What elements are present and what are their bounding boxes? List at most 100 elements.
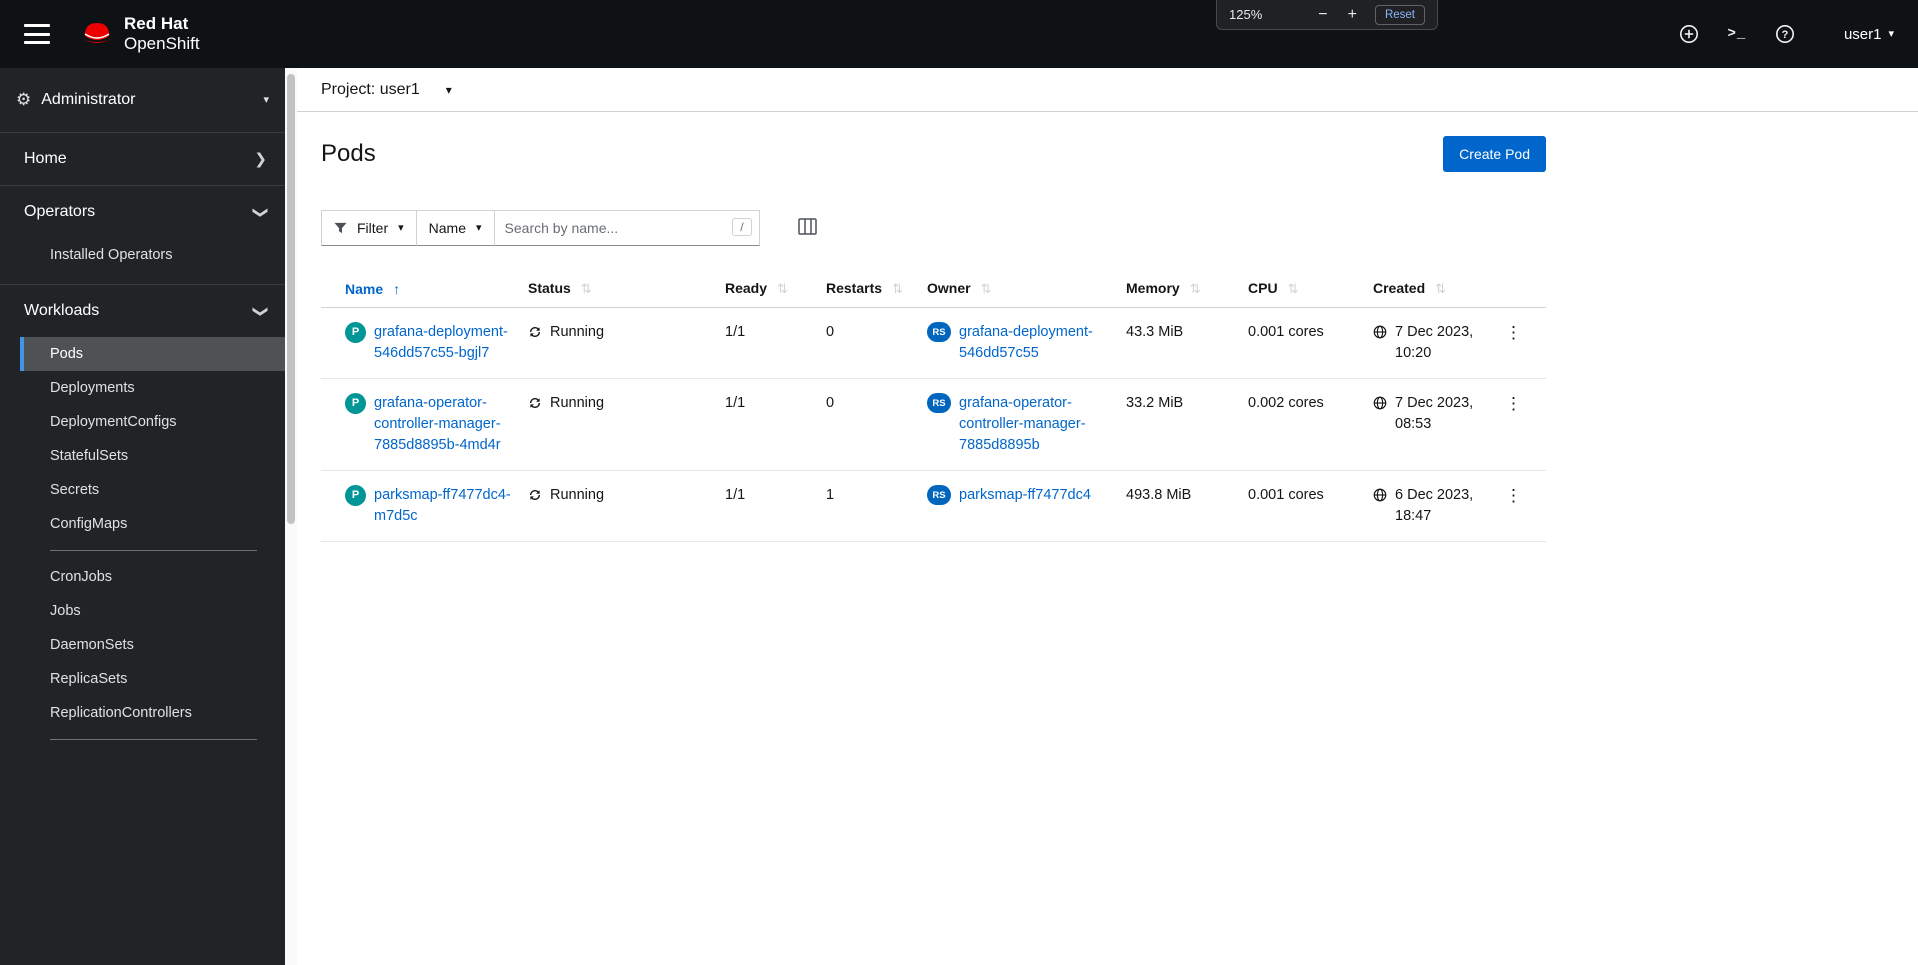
chevron-down-icon: ▾ (476, 221, 482, 234)
sidebar-item-pods[interactable]: Pods (20, 337, 285, 371)
sync-running-icon (529, 489, 541, 501)
sidebar-item-configmaps[interactable]: ConfigMaps (20, 507, 285, 541)
globe-icon (1373, 488, 1387, 502)
row-kebab-menu[interactable]: ⋮ (1499, 393, 1528, 414)
sort-icon: ⇅ (1435, 281, 1447, 296)
sidebar-item-deployments[interactable]: Deployments (20, 371, 285, 405)
owner-link[interactable]: parksmap-ff7477dc4 (959, 485, 1091, 506)
project-bar: Project: user1 ▾ (297, 68, 1918, 112)
sidebar-item-replicationcontrollers[interactable]: ReplicationControllers (20, 696, 285, 730)
chevron-down-icon: ▾ (1888, 27, 1894, 40)
help-icon[interactable]: ? (1774, 23, 1796, 45)
table-row: P parksmap-ff7477dc4-m7d5c Running 1/1 1… (321, 470, 1546, 542)
sidebar-item-statefulsets[interactable]: StatefulSets (20, 439, 285, 473)
terminal-glyph: >_ (1727, 26, 1747, 42)
search-attribute-dropdown[interactable]: Name ▾ (415, 210, 495, 246)
pod-created: 7 Dec 2023, 08:53 (1395, 395, 1474, 432)
svg-text:?: ? (1782, 29, 1789, 41)
column-header-name[interactable]: Name ↑ (321, 270, 528, 308)
owner-link[interactable]: grafana-operator-controller-manager-7885… (959, 393, 1110, 456)
sidebar-item-operators[interactable]: Operators ❯ (0, 186, 285, 238)
filter-dropdown-label: Filter (357, 220, 389, 236)
zoom-out-button[interactable]: − (1316, 6, 1329, 23)
project-selector[interactable]: Project: user1 ▾ (321, 81, 452, 99)
zoom-in-button[interactable]: + (1346, 6, 1359, 23)
manage-columns-button[interactable] (794, 214, 821, 242)
perspective-switcher[interactable]: ⚙ Administrator ▾ (0, 68, 285, 133)
column-label: Created (1373, 280, 1426, 296)
sidebar-scrollbar-thumb[interactable] (287, 74, 295, 524)
nav-toggle-button[interactable] (24, 24, 50, 44)
column-header-owner[interactable]: Owner ⇅ (927, 270, 1126, 308)
sidebar-item-workloads[interactable]: Workloads ❯ (0, 285, 285, 337)
sidebar-scrollbar[interactable] (285, 68, 297, 965)
pod-restarts: 0 (826, 324, 835, 340)
sidebar-item-installed-operators[interactable]: Installed Operators (20, 238, 285, 272)
filter-icon (334, 222, 347, 233)
pod-name-link[interactable]: parksmap-ff7477dc4-m7d5c (374, 485, 512, 527)
row-kebab-menu[interactable]: ⋮ (1499, 485, 1528, 506)
column-header-ready[interactable]: Ready ⇅ (725, 270, 826, 308)
column-header-status[interactable]: Status ⇅ (528, 270, 725, 308)
column-header-created[interactable]: Created ⇅ (1373, 270, 1499, 308)
globe-icon (1373, 325, 1387, 339)
user-menu[interactable]: user1 ▾ (1844, 26, 1894, 43)
table-row: P grafana-operator-controller-manager-78… (321, 378, 1546, 471)
column-label: Status (528, 280, 571, 296)
row-kebab-menu[interactable]: ⋮ (1499, 322, 1528, 343)
pod-memory: 493.8 MiB (1126, 487, 1192, 503)
search-input[interactable] (494, 211, 759, 245)
pods-table: Name ↑ Status ⇅ Ready ⇅ Restarts ⇅ Owner ⇅ (321, 270, 1546, 542)
zoom-level: 125% (1229, 7, 1263, 22)
sidebar-item-cronjobs[interactable]: CronJobs (20, 560, 285, 594)
pod-memory: 43.3 MiB (1126, 324, 1184, 340)
sidebar-item-daemonsets[interactable]: DaemonSets (20, 628, 285, 662)
nav-divider (50, 739, 257, 740)
toolbar: Filter ▾ Name ▾ / (321, 210, 1546, 246)
search-attribute-label: Name (428, 220, 467, 236)
sort-icon: ⇅ (1287, 281, 1299, 296)
pod-name-link[interactable]: grafana-operator-controller-manager-7885… (374, 393, 512, 456)
column-header-cpu[interactable]: CPU ⇅ (1248, 270, 1373, 308)
terminal-icon[interactable]: >_ (1726, 23, 1748, 45)
column-label: Memory (1126, 280, 1180, 296)
owner-link[interactable]: grafana-deployment-546dd57c55 (959, 322, 1110, 364)
search-field: / (493, 210, 760, 246)
column-label: Owner (927, 280, 971, 296)
column-label: Ready (725, 280, 768, 296)
sidebar-item-secrets[interactable]: Secrets (20, 473, 285, 507)
brand-text: Red Hat OpenShift (124, 14, 200, 53)
pod-restarts: 0 (826, 395, 835, 411)
page-title: Pods (321, 140, 376, 167)
slash-shortcut-hint: / (732, 218, 752, 236)
zoom-reset-button[interactable]: Reset (1374, 4, 1425, 25)
create-pod-button[interactable]: Create Pod (1443, 136, 1546, 172)
sort-icon: ⇅ (777, 281, 788, 296)
masthead-logo[interactable]: Red Hat OpenShift (78, 14, 200, 53)
home-label: Home (24, 150, 67, 167)
column-header-restarts[interactable]: Restarts ⇅ (826, 270, 927, 308)
replicaset-badge: RS (927, 485, 951, 505)
pod-name-link[interactable]: grafana-deployment-546dd57c55-bgjl7 (374, 322, 512, 364)
quick-create-icon[interactable] (1678, 23, 1700, 45)
pod-badge: P (345, 485, 366, 506)
sidebar-item-home[interactable]: Home ❯ (0, 133, 285, 185)
chevron-down-icon: ▾ (445, 82, 452, 97)
workloads-label: Workloads (24, 302, 100, 319)
sort-icon: ⇅ (980, 281, 992, 296)
project-selector-label: Project: user1 (321, 80, 420, 98)
filter-dropdown[interactable]: Filter ▾ (321, 210, 417, 246)
sidebar-item-jobs[interactable]: Jobs (20, 594, 285, 628)
sidebar-nav: ⚙ Administrator ▾ Home ❯ Operators ❯ Ins… (0, 68, 285, 965)
sidebar-item-replicasets[interactable]: ReplicaSets (20, 662, 285, 696)
sort-ascending-icon: ↑ (393, 280, 401, 297)
pod-created: 7 Dec 2023, 10:20 (1395, 324, 1474, 361)
sort-icon: ⇅ (892, 281, 903, 296)
nav-divider (50, 550, 257, 551)
column-label: CPU (1248, 280, 1278, 296)
column-header-memory[interactable]: Memory ⇅ (1126, 270, 1248, 308)
sidebar-item-deploymentconfigs[interactable]: DeploymentConfigs (20, 405, 285, 439)
operators-label: Operators (24, 203, 96, 220)
masthead: Red Hat OpenShift >_ ? user1 ▾ 125% − + … (0, 0, 1918, 68)
pod-cpu: 0.001 cores (1248, 324, 1324, 340)
